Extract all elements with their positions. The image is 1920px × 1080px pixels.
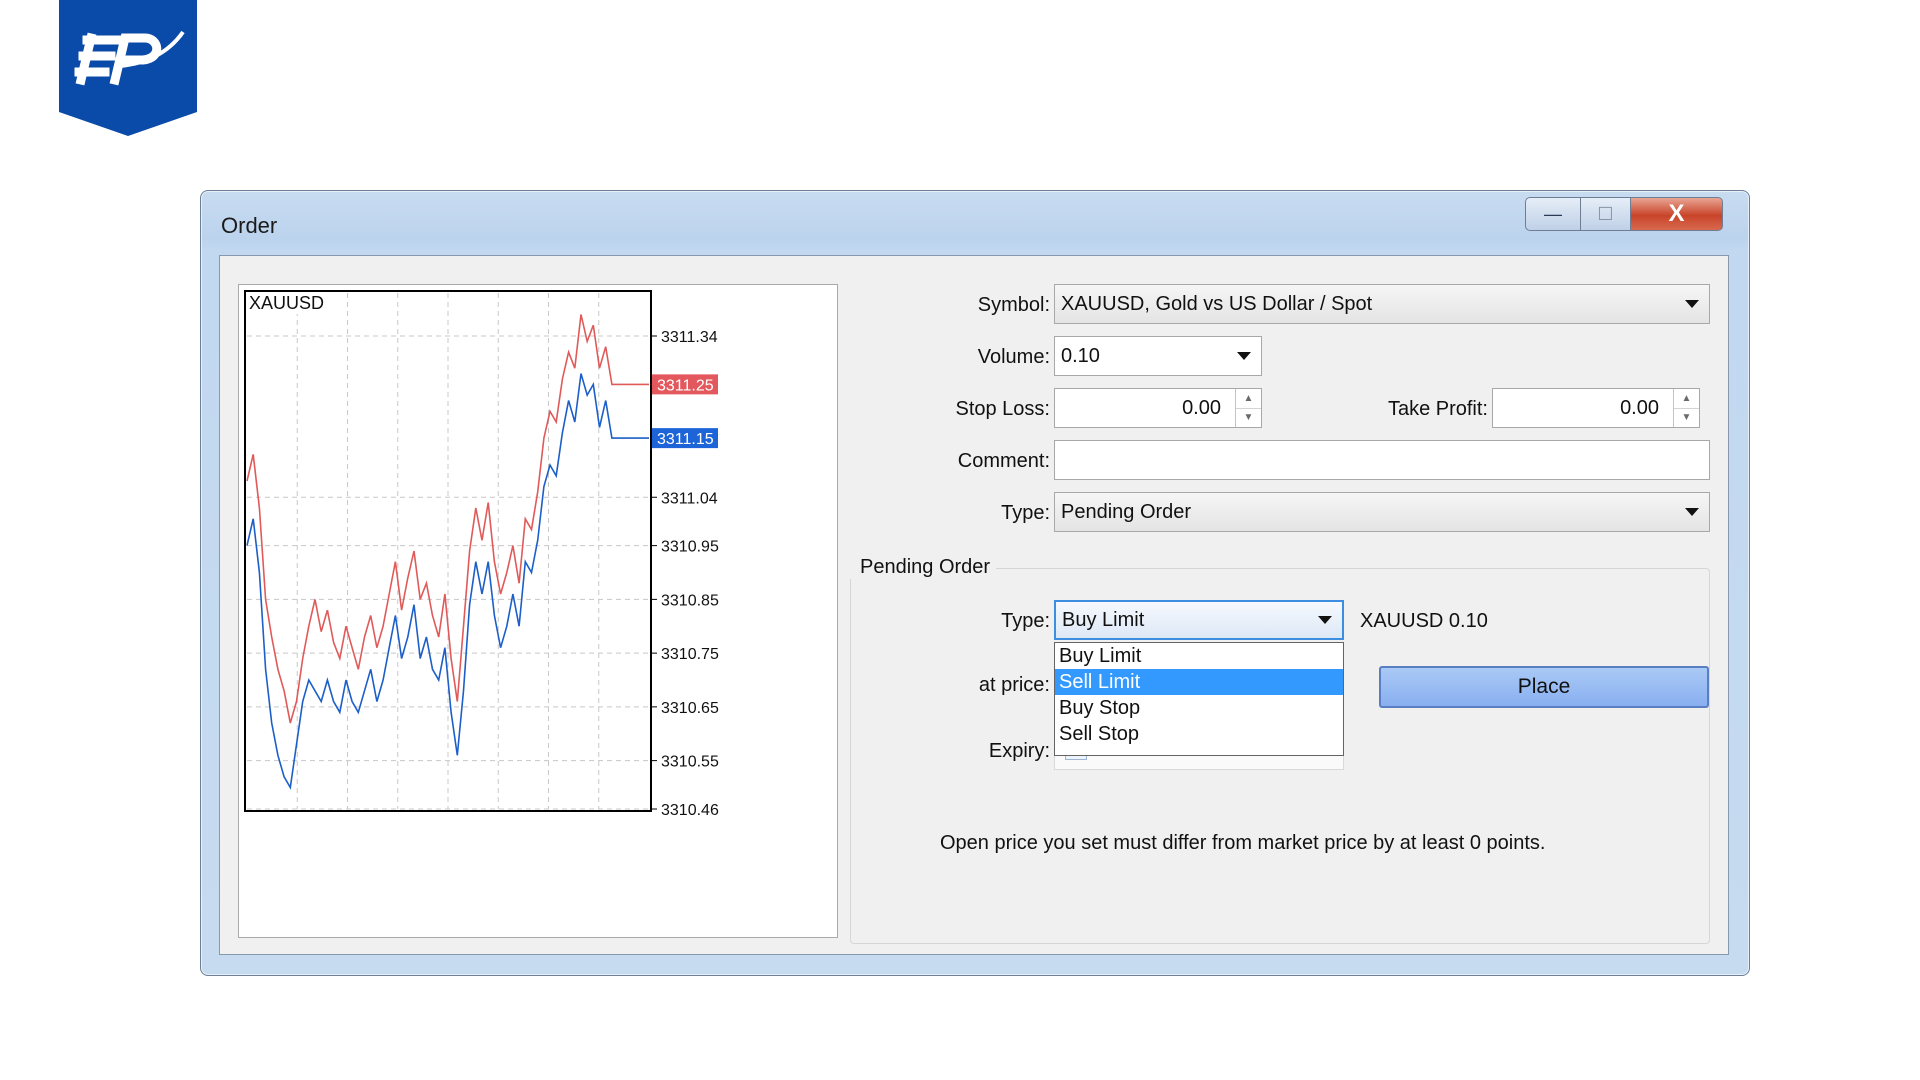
price-chart-svg: 3311.34 3311.04 3310.95 3310.85 3310.75 3310.…: [244, 290, 719, 819]
take-profit-spin[interactable]: ▲ ▼: [1673, 389, 1699, 427]
price-tick-label: 3310.85: [661, 592, 719, 609]
close-button[interactable]: X: [1631, 197, 1723, 231]
order-type-value: Pending Order: [1061, 500, 1192, 523]
spin-up-icon[interactable]: ▲: [1674, 389, 1699, 409]
chevron-down-icon: [1685, 300, 1699, 308]
volume-select[interactable]: 0.10: [1054, 336, 1262, 376]
spin-up-icon[interactable]: ▲: [1236, 389, 1261, 409]
stop-loss-label: Stop Loss:: [955, 398, 1050, 420]
symbol-label: Symbol:: [977, 294, 1050, 316]
take-profit-value: 0.00: [1620, 396, 1659, 419]
chart-symbol-label: XAUUSD: [249, 293, 325, 314]
price-tick-label: 3310.55: [661, 754, 719, 771]
pending-type-select[interactable]: Buy Limit: [1054, 600, 1344, 640]
spin-down-icon[interactable]: ▼: [1674, 409, 1699, 428]
maximize-button[interactable]: ☐: [1581, 197, 1631, 231]
maximize-icon: ☐: [1597, 203, 1614, 224]
lot-info: XAUUSD 0.10: [1360, 610, 1488, 632]
at-price-label: at price:: [978, 674, 1050, 696]
pending-type-label: Type:: [1001, 610, 1050, 632]
take-profit-label: Take Profit:: [1387, 398, 1488, 420]
symbol-value: XAUUSD, Gold vs US Dollar / Spot: [1061, 292, 1373, 315]
price-tick-label: 3310.75: [661, 646, 719, 663]
place-button[interactable]: Place: [1379, 666, 1709, 708]
price-chart: 3311.34 3311.04 3310.95 3310.85 3310.75 3310.…: [238, 284, 838, 938]
bid-price-tag-label: 3311.15: [657, 431, 714, 448]
dropdown-option-sell-stop[interactable]: Sell Stop: [1055, 721, 1343, 747]
brand-logo: [59, 0, 197, 136]
price-tick-label: 3310.65: [661, 700, 719, 717]
comment-input[interactable]: [1054, 440, 1710, 480]
minimize-button[interactable]: —: [1525, 197, 1581, 231]
chart-price-tags: 3311.25 3311.15: [652, 374, 718, 449]
order-type-select[interactable]: Pending Order: [1054, 492, 1710, 532]
take-profit-stepper[interactable]: 0.00 ▲ ▼: [1492, 388, 1700, 428]
chevron-down-icon: [1685, 508, 1699, 516]
ask-price-tag-label: 3311.25: [657, 377, 714, 394]
price-tick-label: 3311.04: [661, 490, 718, 507]
price-tick-label: 3311.34: [661, 329, 718, 346]
order-window: Order — ☐ X 3311.34 3311.04 3310.95 3310.85…: [200, 190, 1750, 976]
pending-type-value: Buy Limit: [1062, 608, 1145, 631]
window-title: Order: [221, 213, 278, 238]
dropdown-option-buy-limit[interactable]: Buy Limit: [1055, 643, 1343, 669]
chart-grid: [247, 293, 649, 810]
comment-label: Comment:: [957, 450, 1050, 472]
volume-value: 0.10: [1061, 344, 1100, 367]
price-tick-label: 3310.95: [661, 539, 719, 556]
dropdown-option-sell-limit[interactable]: Sell Limit: [1055, 669, 1343, 695]
stop-loss-stepper[interactable]: 0.00 ▲ ▼: [1054, 388, 1262, 428]
symbol-select[interactable]: XAUUSD, Gold vs US Dollar / Spot: [1054, 284, 1710, 324]
volume-label: Volume:: [977, 346, 1050, 368]
close-icon: X: [1668, 200, 1685, 227]
title-bar[interactable]: Order — ☐ X: [201, 191, 1749, 257]
chart-price-axis: 3311.34 3311.04 3310.95 3310.85 3310.75 3310.…: [651, 329, 719, 819]
order-type-label: Type:: [1001, 502, 1050, 524]
price-tick-label: 3310.46: [661, 802, 719, 819]
chevron-down-icon: [1237, 352, 1251, 360]
chevron-down-icon: [1318, 616, 1332, 624]
info-text: Open price you set must differ from mark…: [940, 832, 1546, 854]
spin-down-icon[interactable]: ▼: [1236, 409, 1261, 428]
expiry-label: Expiry:: [988, 740, 1050, 762]
stop-loss-spin[interactable]: ▲ ▼: [1235, 389, 1261, 427]
dropdown-option-buy-stop[interactable]: Buy Stop: [1055, 695, 1343, 721]
dialog-client-area: 3311.34 3311.04 3310.95 3310.85 3310.75 3310.…: [219, 255, 1729, 955]
pending-order-title: Pending Order: [850, 556, 997, 579]
minimize-icon: —: [1544, 203, 1562, 224]
pending-type-dropdown: Buy Limit Sell Limit Buy Stop Sell Stop: [1054, 642, 1344, 756]
stop-loss-value: 0.00: [1182, 396, 1221, 419]
